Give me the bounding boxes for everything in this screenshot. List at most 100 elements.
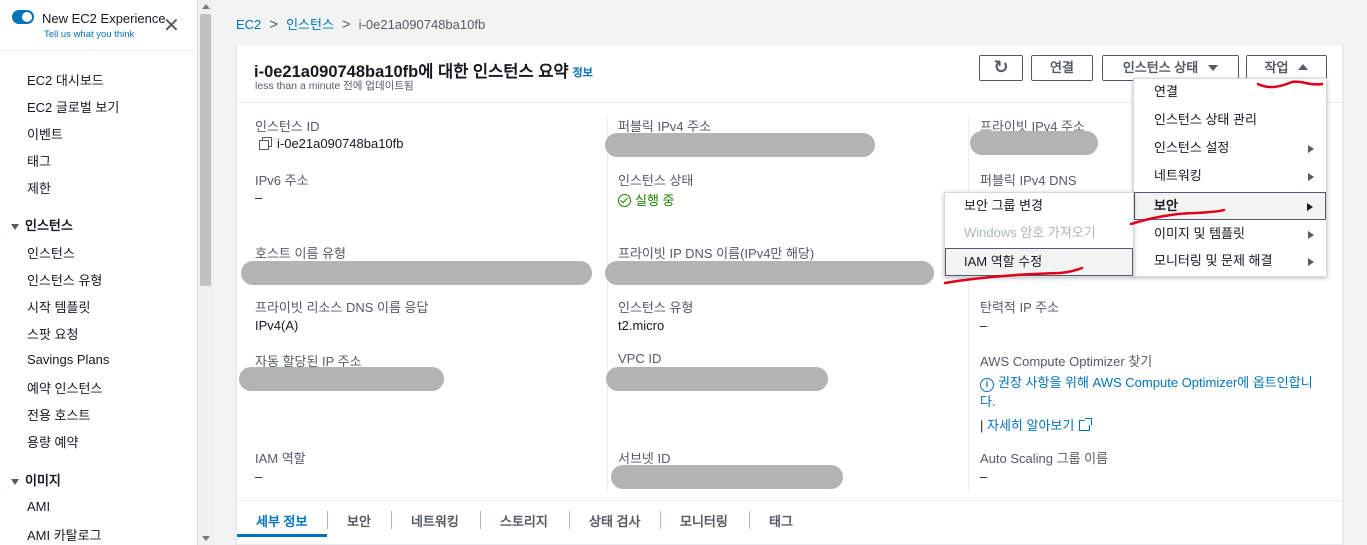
asg-label: Auto Scaling 그룹 이름 — [980, 451, 1109, 466]
caret-down-icon — [1208, 65, 1219, 71]
menu-item-monitoring[interactable]: 모니터링 및 문제 해결 — [1134, 248, 1326, 276]
tab-separator — [327, 511, 328, 529]
tab-tags[interactable]: 태그 — [769, 511, 793, 530]
optimizer-opt-in-link[interactable]: i 권장 사항을 위해 AWS Compute Optimizer에 옵트인합니 — [980, 372, 1313, 392]
learn-more-text: 자세히 알아보기 — [987, 418, 1075, 433]
breadcrumb-separator-icon: > — [269, 16, 279, 33]
menu-label: 이미지 및 템플릿 — [1154, 226, 1245, 241]
scroll-down-icon[interactable] — [202, 536, 210, 541]
optimizer-line1: 권장 사항을 위해 AWS Compute Optimizer에 옵트인합니 — [998, 375, 1313, 390]
optimizer-line2[interactable]: 다. — [980, 391, 996, 410]
tab-networking[interactable]: 네트워킹 — [411, 511, 459, 530]
tabs-divider — [237, 500, 1342, 501]
last-updated: less than a minute 전에 업데이트됨 — [255, 80, 414, 92]
sidebar-item-launch-templates[interactable]: 시작 템플릿 — [27, 297, 90, 316]
breadcrumb-ec2[interactable]: EC2 — [236, 17, 261, 32]
sidebar-section-instances[interactable]: 인스턴스 — [11, 215, 73, 234]
elastic-ip-value: – — [980, 318, 988, 333]
sidebar-item-ec2-dashboard[interactable]: EC2 대시보드 — [27, 70, 104, 89]
toggle-knob — [22, 12, 32, 22]
submenu-item-change-security-groups[interactable]: 보안 그룹 변경 — [945, 193, 1133, 221]
scrollbar-thumb[interactable] — [200, 14, 211, 286]
private-resource-dns-label: 프라이빗 리소스 DNS 이름 응답 — [255, 300, 429, 315]
sidebar-item-instances[interactable]: 인스턴스 — [27, 243, 75, 262]
chevron-right-icon — [1308, 145, 1314, 153]
sidebar-item-tags[interactable]: 태그 — [27, 151, 51, 170]
tab-monitoring[interactable]: 모니터링 — [680, 511, 728, 530]
iam-role-value: – — [255, 469, 263, 484]
sidebar-item-dedicated-hosts[interactable]: 전용 호스트 — [27, 405, 90, 424]
chevron-right-icon — [1307, 203, 1313, 211]
sidebar-item-reserved-instances[interactable]: 예약 인스턴스 — [27, 378, 102, 397]
menu-item-connect[interactable]: 연결 — [1134, 79, 1326, 107]
menu-item-instance-settings[interactable]: 인스턴스 설정 — [1134, 135, 1326, 163]
menu-item-manage-state[interactable]: 인스턴스 상태 관리 — [1134, 107, 1326, 135]
breadcrumb: EC2 > 인스턴스 > i-0e21a090748ba10fb — [236, 14, 485, 33]
refresh-button[interactable]: ↻ — [979, 55, 1023, 81]
redacted-private-dns — [605, 261, 934, 285]
feedback-link[interactable]: Tell us what you think — [44, 29, 134, 40]
copy-icon[interactable] — [259, 137, 272, 150]
chevron-right-icon — [1308, 173, 1314, 181]
tab-storage[interactable]: 스토리지 — [500, 511, 548, 530]
instance-state-field-label: 인스턴스 상태 — [618, 173, 694, 188]
info-link[interactable]: 정보 — [573, 67, 593, 79]
sidebar-item-limits[interactable]: 제한 — [27, 178, 51, 197]
private-resource-dns-value: IPv4(A) — [255, 318, 299, 333]
caret-down-icon — [11, 478, 19, 485]
breadcrumb-instances[interactable]: 인스턴스 — [286, 17, 334, 32]
column-divider — [607, 117, 608, 492]
tab-status-checks[interactable]: 상태 검사 — [589, 511, 640, 530]
breadcrumb-current: i-0e21a090748ba10fb — [358, 17, 486, 32]
tab-security[interactable]: 보안 — [347, 511, 371, 530]
tab-separator — [660, 511, 661, 529]
close-icon[interactable]: ✕ — [163, 16, 180, 36]
menu-item-security[interactable]: 보안 — [1134, 192, 1326, 220]
menu-item-images-templates[interactable]: 이미지 및 템플릿 — [1134, 221, 1326, 249]
hostname-type-label: 호스트 이름 유형 — [255, 246, 346, 261]
menu-label: 네트워킹 — [1154, 168, 1202, 183]
sidebar-item-events[interactable]: 이벤트 — [27, 124, 63, 143]
tab-details[interactable]: 세부 정보 — [256, 511, 307, 530]
menu-item-networking[interactable]: 네트워킹 — [1134, 163, 1326, 191]
instance-state-value: 실행 중 — [618, 190, 675, 209]
caret-down-icon — [11, 223, 19, 230]
new-experience-toggle[interactable] — [12, 10, 34, 24]
elastic-ip-label: 탄력적 IP 주소 — [980, 300, 1060, 315]
instance-state-label: 인스턴스 상태 — [1122, 60, 1199, 75]
sidebar-item-ami[interactable]: AMI — [27, 499, 50, 514]
sidebar-item-capacity-reservations[interactable]: 용량 예약 — [27, 432, 78, 451]
security-submenu: 보안 그룹 변경 Windows 암호 가져오기 IAM 역할 수정 — [944, 192, 1134, 277]
learn-more-link[interactable]: | 자세히 알아보기 — [980, 415, 1093, 434]
info-icon: i — [980, 378, 994, 392]
ipv6-label: IPv6 주소 — [255, 173, 309, 188]
iam-role-label: IAM 역할 — [255, 451, 306, 466]
instance-type-label: 인스턴스 유형 — [618, 300, 694, 315]
tab-separator — [480, 511, 481, 529]
section-label: 인스턴스 — [25, 218, 73, 233]
sidebar-scrollbar[interactable] — [198, 0, 213, 545]
instance-type-value: t2.micro — [618, 318, 665, 333]
refresh-icon: ↻ — [993, 57, 1009, 77]
instance-id-value: i-0e21a090748ba10fb — [259, 136, 404, 151]
tab-separator — [749, 511, 750, 529]
external-link-icon — [1079, 418, 1093, 431]
sidebar-section-images[interactable]: 이미지 — [11, 470, 61, 489]
chevron-right-icon — [1308, 231, 1314, 239]
check-circle-icon — [618, 194, 631, 207]
connect-button[interactable]: 연결 — [1031, 55, 1093, 81]
instance-state-text: 실행 중 — [635, 193, 675, 208]
sidebar-item-instance-types[interactable]: 인스턴스 유형 — [27, 270, 102, 289]
column-divider — [968, 117, 969, 492]
sidebar-item-spot-requests[interactable]: 스팟 요청 — [27, 324, 78, 343]
sidebar-item-global-view[interactable]: EC2 글로벌 보기 — [27, 97, 119, 116]
redacted-subnet-id — [611, 465, 843, 489]
redacted-public-ipv4 — [605, 133, 875, 157]
sidebar-item-savings-plans[interactable]: Savings Plans — [27, 352, 109, 367]
vpc-id-label: VPC ID — [618, 351, 662, 366]
scroll-up-icon[interactable] — [202, 4, 210, 9]
redacted-vpc-id — [606, 367, 828, 391]
submenu-item-modify-iam-role[interactable]: IAM 역할 수정 — [945, 248, 1133, 276]
sidebar-item-ami-catalog[interactable]: AMI 카탈로그 — [27, 525, 102, 544]
section-label: 이미지 — [25, 473, 61, 488]
